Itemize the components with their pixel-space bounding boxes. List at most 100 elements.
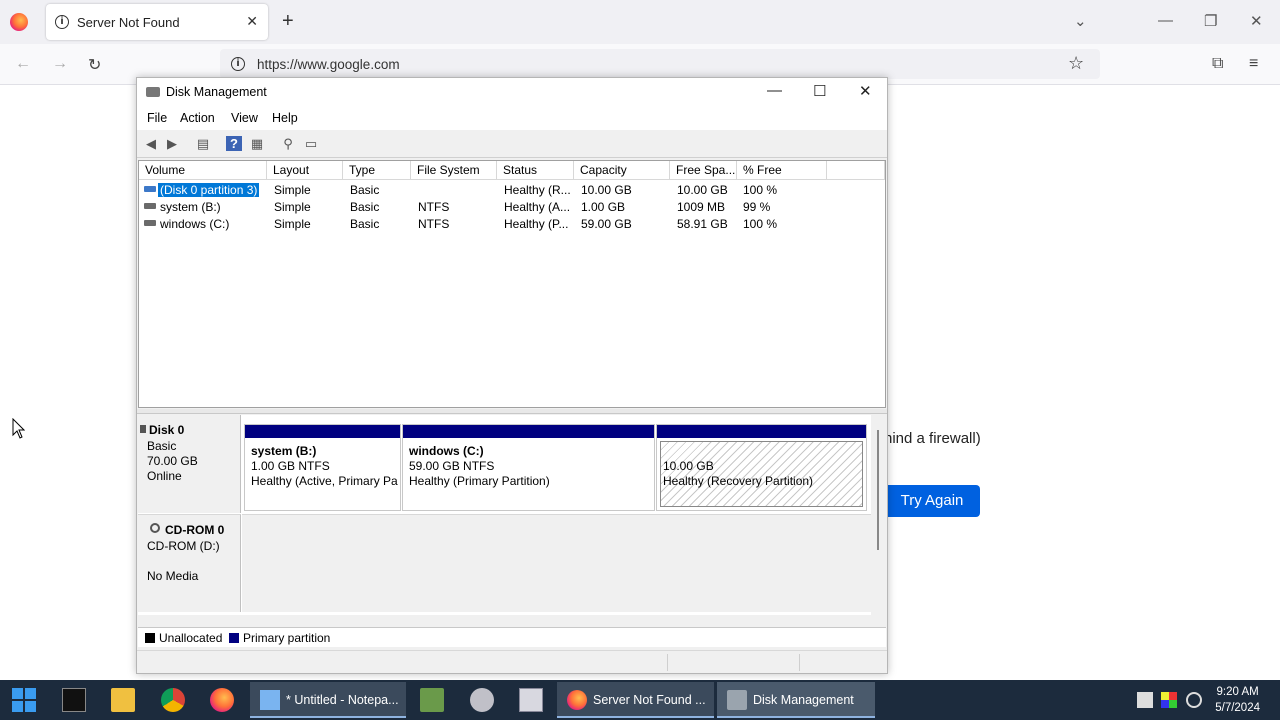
taskbar-firefox[interactable]: Server Not Found ... [557,682,714,718]
menu-view[interactable]: View [231,111,258,125]
legend-unallocated: Unallocated [159,631,223,645]
try-again-button[interactable]: Try Again [884,485,980,517]
cdrom-icon [150,523,160,533]
disk-view-scrollbar[interactable] [872,418,886,614]
calculator-icon[interactable] [519,688,543,712]
browser-tab[interactable]: i Server Not Found ✕ [46,4,268,40]
table-row[interactable]: windows (C:) Simple Basic NTFS Healthy (… [139,215,885,232]
new-tab-icon[interactable]: + [282,10,294,32]
firefox-icon[interactable] [210,688,234,712]
close-icon[interactable]: ✕ [859,82,872,100]
maximize-icon[interactable]: ☐ [813,82,826,100]
bookmark-star-icon[interactable]: ☆ [1068,53,1084,74]
back-arrow-icon[interactable]: ◀ [143,136,159,151]
primary-partition-bar [245,425,400,438]
window-title-bar[interactable]: Disk Management — ☐ ✕ [137,78,887,106]
properties-icon[interactable]: ▦ [249,136,265,151]
volume-type: Basic [350,217,380,231]
volume-capacity: 59.00 GB [581,217,632,231]
col-blank [827,161,885,180]
volume-name: windows (C:) [160,217,230,231]
menu-icon[interactable]: ≡ [1249,55,1258,73]
volume-free: 58.91 GB [677,217,728,231]
table-row[interactable]: (Disk 0 partition 3) Simple Basic Health… [139,181,885,198]
taskbar-notepad[interactable]: * Untitled - Notepa... [250,682,406,718]
start-button-icon[interactable] [12,688,36,712]
taskbar-disk-management[interactable]: Disk Management [717,682,875,718]
col-capacity[interactable]: Capacity [574,161,670,180]
volume-layout: Simple [274,217,311,231]
tab-list-chevron-icon[interactable]: ⌄ [1074,12,1087,30]
info-icon: i [55,15,69,29]
col-file-system[interactable]: File System [411,161,497,180]
close-window-icon[interactable]: ✕ [1250,12,1263,30]
col-volume[interactable]: Volume [139,161,267,180]
partition-windows[interactable]: windows (C:) 59.00 GB NTFS Healthy (Prim… [402,424,655,511]
volume-pct-free: 100 % [743,183,778,197]
help-icon[interactable]: ? [226,136,242,151]
terminal-icon[interactable] [62,688,86,712]
volume-icon [144,220,156,226]
volume-capacity: 10.00 GB [581,183,632,197]
volume-pct-free: 100 % [743,217,778,231]
disk-management-icon [727,690,747,710]
restore-icon[interactable]: ❐ [1204,12,1217,30]
tray-color-icon[interactable] [1161,692,1177,708]
partition-recovery[interactable]: 10.00 GB Healthy (Recovery Partition) [656,424,867,511]
volume-layout: Simple [274,183,311,197]
disk-state: Online [147,469,182,483]
firefox-logo-icon[interactable] [10,13,28,31]
disk-0-label[interactable]: Disk 0 Basic 70.00 GB Online [138,415,241,513]
col-percent-free[interactable]: % Free [737,161,827,180]
menu-action[interactable]: Action [180,111,215,125]
notepad-icon [260,690,280,710]
taskbar-clock[interactable]: 9:20 AM 5/7/2024 [1215,684,1260,716]
tray-status-icon[interactable] [1186,692,1202,708]
disk-management-app-icon [146,87,160,97]
cdrom-media: No Media [147,569,199,583]
paint-icon[interactable] [470,688,494,712]
window-title: Disk Management [166,85,267,99]
partition-name: system (B:) [251,444,317,458]
settings-panel-icon[interactable]: ▭ [303,136,319,151]
extensions-icon[interactable]: ⧉ [1212,55,1223,73]
disk-name: Disk 0 [149,423,185,437]
clock-time: 9:20 AM [1216,686,1259,698]
menu-help[interactable]: Help [272,111,298,125]
volume-list: Volume Layout Type File System Status Ca… [138,160,886,408]
toolbar: ◀ ▶ ▤ ? ▦ ⚲ ▭ [137,130,887,158]
forward-icon[interactable]: → [52,55,68,73]
partition-system[interactable]: system (B:) 1.00 GB NTFS Healthy (Active… [244,424,401,511]
back-icon[interactable]: ← [15,55,31,73]
pane-splitter[interactable] [137,409,887,414]
scrollbar-thumb[interactable] [877,430,879,550]
file-explorer-icon[interactable] [111,688,135,712]
url-text[interactable]: https://www.google.com [257,57,400,72]
col-status[interactable]: Status [497,161,574,180]
col-free-space[interactable]: Free Spa... [670,161,737,180]
col-layout[interactable]: Layout [267,161,343,180]
disk-management-window: Disk Management — ☐ ✕ File Action View H… [136,77,888,674]
show-hide-console-tree-icon[interactable]: ▤ [195,136,211,151]
primary-partition-bar [403,425,654,438]
cdrom-0-label[interactable]: CD-ROM 0 CD-ROM (D:) No Media [138,514,241,612]
chrome-icon[interactable] [161,688,185,712]
tray-network-icon[interactable] [1137,692,1153,708]
minimize-icon[interactable]: — [767,82,782,99]
volume-capacity: 1.00 GB [581,200,626,214]
reload-icon[interactable]: ↻ [88,55,101,75]
url-bar[interactable]: i https://www.google.com ☆ [220,49,1100,79]
partition-name: windows (C:) [409,444,484,458]
forward-arrow-icon[interactable]: ▶ [164,136,180,151]
menu-file[interactable]: File [147,111,167,125]
partition-status: Healthy (Active, Primary Pa [251,474,398,488]
task-manager-icon[interactable] [420,688,444,712]
volume-type: Basic [350,183,380,197]
table-row[interactable]: system (B:) Simple Basic NTFS Healthy (A… [139,198,885,215]
site-info-icon[interactable]: i [231,57,245,71]
tab-close-icon[interactable]: ✕ [246,13,258,30]
connect-icon[interactable]: ⚲ [280,136,296,151]
col-type[interactable]: Type [343,161,411,180]
minimize-icon[interactable]: — [1158,12,1173,29]
status-bar [137,650,887,673]
